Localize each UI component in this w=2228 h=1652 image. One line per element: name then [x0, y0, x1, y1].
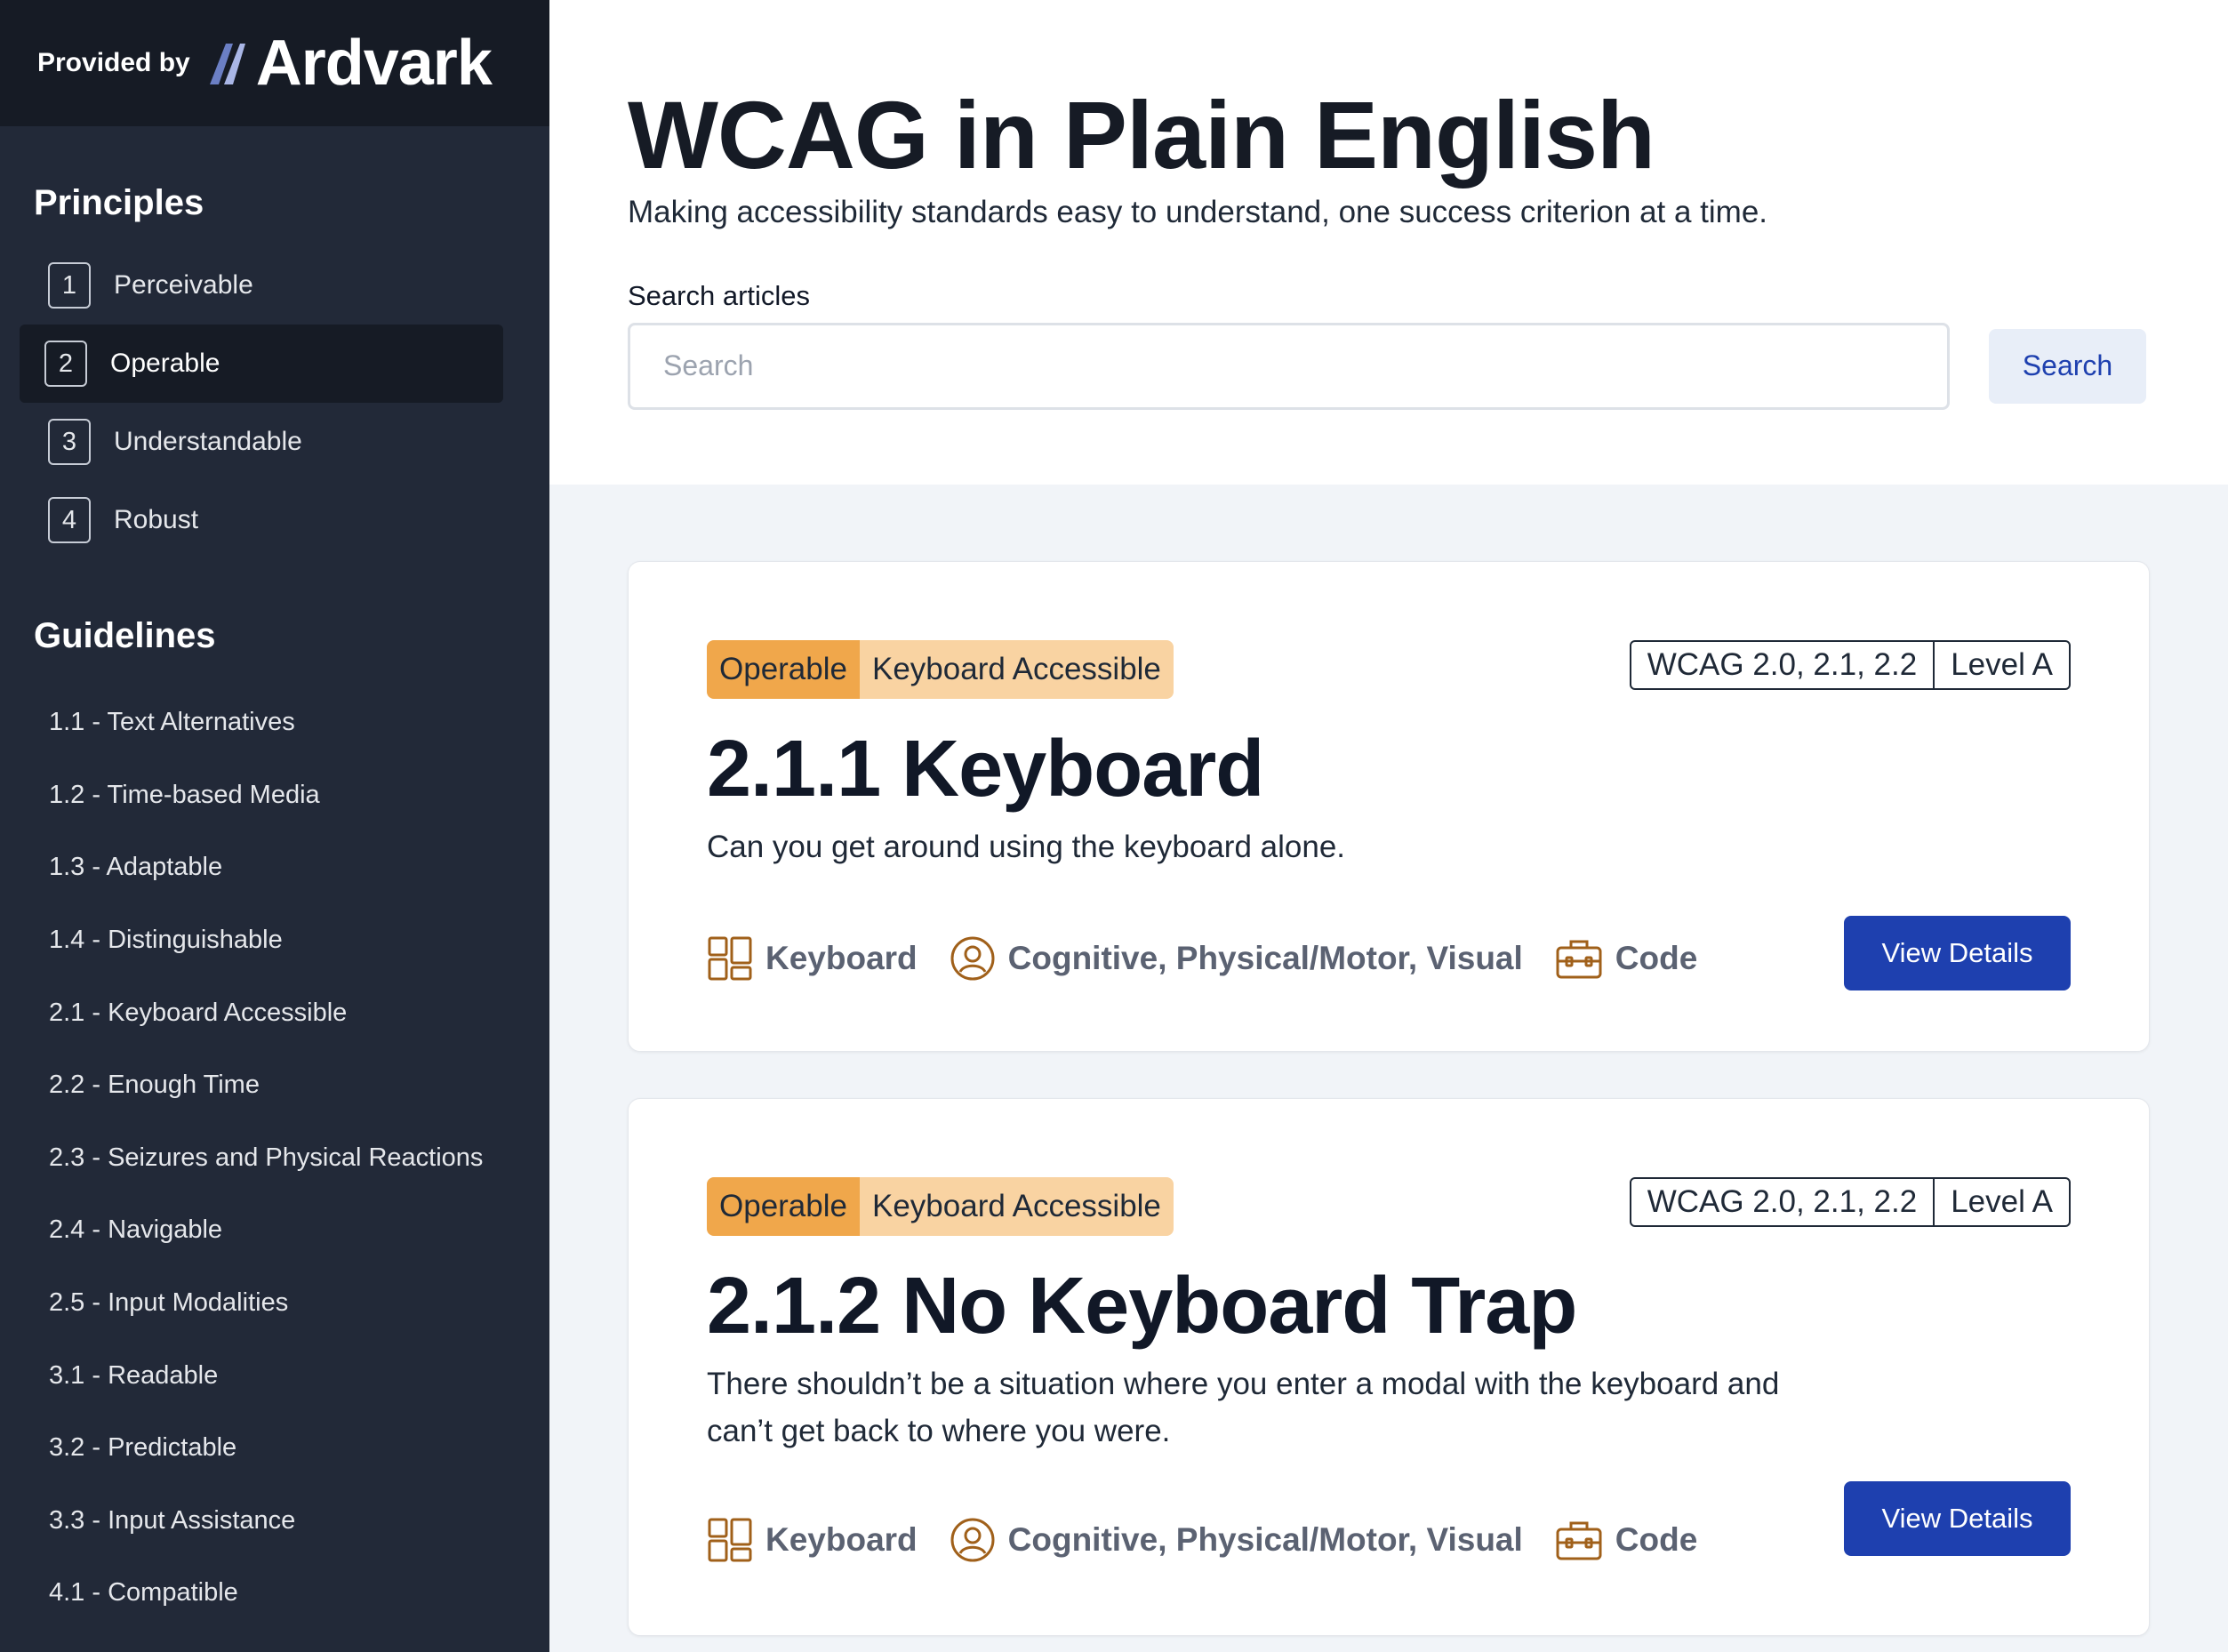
user-circle-icon	[950, 1518, 995, 1562]
sidebar: Provided by Ardvark Principles 1 Perceiv…	[0, 0, 549, 1652]
meta-input-label: Keyboard	[765, 1521, 918, 1558]
meta-users-label: Cognitive, Physical/Motor, Visual	[1007, 1521, 1523, 1558]
guideline-link-3-1[interactable]: 3.1 - Readable	[0, 1339, 549, 1412]
meta-users: Cognitive, Physical/Motor, Visual	[950, 1517, 1523, 1563]
criterion-title: 2.1.1 Keyboard	[707, 725, 1264, 814]
category-tags: Operable Keyboard Accessible	[707, 1177, 1174, 1236]
wcag-versions: WCAG 2.0, 2.1, 2.2	[1631, 642, 1935, 688]
search-row: Search	[628, 322, 2228, 410]
principle-item-understandable[interactable]: 3 Understandable	[20, 403, 503, 481]
version-badge: WCAG 2.0, 2.1, 2.2 Level A	[1629, 1177, 2071, 1227]
meta-users: Cognitive, Physical/Motor, Visual	[950, 935, 1523, 982]
guideline-link-2-5[interactable]: 2.5 - Input Modalities	[0, 1267, 549, 1340]
page-subtitle: Making accessibility standards easy to u…	[628, 194, 1768, 229]
search-input[interactable]	[628, 322, 1950, 410]
meta-role-label: Code	[1615, 940, 1698, 976]
principle-number: 4	[48, 497, 91, 543]
criterion-meta: Keyboard Cognitive, Physical/Motor, Visu…	[707, 1517, 1729, 1563]
page-header: WCAG in Plain English Making accessibili…	[549, 0, 2228, 485]
conformance-level: Level A	[1951, 1184, 2053, 1219]
article-card: Operable Keyboard Accessible WCAG 2.0, 2…	[628, 561, 2150, 1052]
view-details-button[interactable]: View Details	[1844, 916, 2071, 990]
meta-role-label: Code	[1615, 1521, 1698, 1558]
guideline-link-1-1[interactable]: 1.1 - Text Alternatives	[0, 686, 549, 759]
guideline-link-4-1[interactable]: 4.1 - Compatible	[0, 1557, 549, 1630]
brand-bar: Provided by Ardvark	[0, 0, 549, 126]
guideline-link-2-4[interactable]: 2.4 - Navigable	[0, 1194, 549, 1267]
meta-input-type: Keyboard	[707, 935, 918, 982]
toolbox-icon	[1556, 940, 1602, 979]
category-tags: Operable Keyboard Accessible	[707, 640, 1174, 699]
principle-label: Understandable	[114, 427, 302, 456]
principle-number: 1	[48, 262, 91, 309]
guideline-link-3-3[interactable]: 3.3 - Input Assistance	[0, 1485, 549, 1558]
keyboard-layout-icon	[708, 936, 752, 981]
user-circle-icon	[950, 936, 995, 981]
principle-tag: Operable	[707, 1177, 860, 1236]
wcag-versions: WCAG 2.0, 2.1, 2.2	[1631, 1179, 1935, 1225]
guideline-link-2-2[interactable]: 2.2 - Enough Time	[0, 1049, 549, 1122]
principle-label: Perceivable	[114, 270, 253, 300]
meta-input-label: Keyboard	[765, 940, 918, 976]
meta-role: Code	[1555, 935, 1698, 982]
app: Provided by Ardvark Principles 1 Perceiv…	[0, 0, 2228, 1652]
criterion-description: There shouldn’t be a situation where you…	[707, 1367, 1780, 1448]
provided-by-label: Provided by	[37, 48, 190, 77]
meta-users-label: Cognitive, Physical/Motor, Visual	[1007, 940, 1523, 976]
guideline-link-1-3[interactable]: 1.3 - Adaptable	[0, 831, 549, 904]
keyboard-layout-icon	[708, 1518, 752, 1562]
principle-item-perceivable[interactable]: 1 Perceivable	[20, 246, 503, 325]
guideline-link-1-4[interactable]: 1.4 - Distinguishable	[0, 904, 549, 977]
guideline-link-1-2[interactable]: 1.2 - Time-based Media	[0, 759, 549, 832]
principles-heading: Principles	[34, 183, 204, 222]
criterion-meta: Keyboard Cognitive, Physical/Motor, Visu…	[707, 935, 1729, 982]
article-card: Operable Keyboard Accessible WCAG 2.0, 2…	[628, 1098, 2150, 1636]
version-badge: WCAG 2.0, 2.1, 2.2 Level A	[1629, 640, 2071, 690]
criterion-description: Can you get around using the keyboard al…	[707, 830, 1346, 864]
principle-number: 3	[48, 419, 91, 465]
principle-label: Robust	[114, 505, 199, 534]
toolbox-icon	[1556, 1521, 1602, 1560]
search-button[interactable]: Search	[1989, 328, 2146, 404]
principle-item-robust[interactable]: 4 Robust	[20, 481, 503, 559]
principle-number: 2	[44, 341, 87, 387]
article-list: Operable Keyboard Accessible WCAG 2.0, 2…	[549, 485, 2228, 1636]
principle-label: Operable	[110, 349, 220, 378]
guidelines-list: 1.1 - Text Alternatives 1.2 - Time-based…	[0, 686, 549, 1630]
principle-item-operable[interactable]: 2 Operable	[20, 325, 503, 403]
ardvark-logo-mark-icon	[209, 44, 245, 84]
principle-tag: Operable	[707, 640, 860, 699]
meta-input-type: Keyboard	[707, 1517, 918, 1563]
page-title: WCAG in Plain English	[628, 81, 1655, 188]
view-details-button[interactable]: View Details	[1844, 1481, 2071, 1556]
guideline-link-3-2[interactable]: 3.2 - Predictable	[0, 1412, 549, 1485]
guideline-link-2-3[interactable]: 2.3 - Seizures and Physical Reactions	[0, 1122, 549, 1195]
criterion-title: 2.1.2 No Keyboard Trap	[707, 1262, 1577, 1351]
guideline-tag: Keyboard Accessible	[859, 640, 1174, 699]
conformance-level: Level A	[1951, 647, 2053, 682]
search-label: Search articles	[628, 279, 811, 311]
guidelines-heading: Guidelines	[34, 616, 216, 655]
ardvark-logo[interactable]: Ardvark	[206, 28, 493, 99]
guideline-link-2-1[interactable]: 2.1 - Keyboard Accessible	[0, 976, 549, 1049]
logo-text: Ardvark	[255, 28, 493, 99]
principles-list: 1 Perceivable 2 Operable 3 Understandabl…	[0, 246, 549, 559]
guideline-tag: Keyboard Accessible	[859, 1177, 1174, 1236]
meta-role: Code	[1555, 1517, 1698, 1563]
main-content: WCAG in Plain English Making accessibili…	[549, 0, 2228, 1652]
